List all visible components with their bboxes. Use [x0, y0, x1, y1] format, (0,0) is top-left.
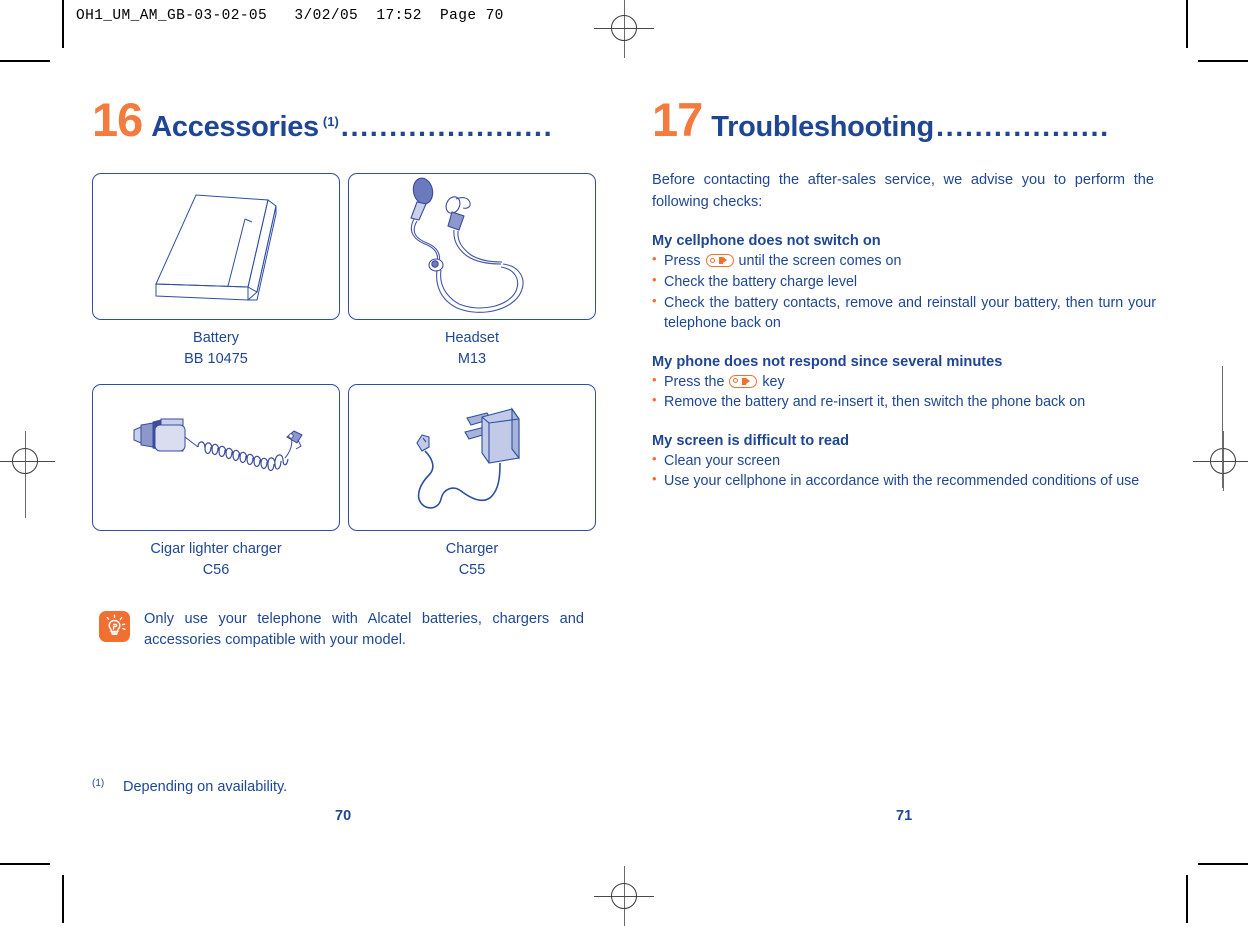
bullet-text: Check the battery contacts, remove and r…	[664, 294, 1156, 332]
bullet-text: Use your cellphone in accordance with th…	[664, 473, 1140, 490]
page-number-right: 71	[896, 808, 913, 824]
chapter-leader-dots: ......................	[340, 113, 554, 142]
power-key-icon	[705, 254, 734, 268]
headset-illustration	[410, 177, 524, 313]
cigar-lighter-charger-illustration	[133, 418, 303, 472]
chapter-title: Troubleshooting	[711, 111, 934, 143]
right-page-column: 17 Troubleshooting .................. Be…	[652, 96, 1156, 492]
power-key-icon	[729, 374, 758, 388]
bullet-item: Remove the battery and re-insert it, the…	[652, 391, 1156, 413]
accessory-name: Cigar lighter charger	[150, 541, 282, 558]
left-page-column: 16 Accessories (1) .....................…	[92, 96, 596, 652]
cigar-lighter-charger-image-box	[92, 384, 340, 532]
charger-image-box	[348, 384, 596, 532]
cigar-lighter-charger-caption: Cigar lighter charger C56	[92, 531, 340, 580]
section-bullet-list: Press the key Remove the battery and re-i…	[652, 371, 1156, 413]
bullet-item: Press until the screen comes on	[652, 250, 1156, 272]
bullet-item: Use your cellphone in accordance with th…	[652, 470, 1156, 492]
battery-image-box	[92, 173, 340, 320]
page-number-left: 70	[335, 808, 352, 824]
accessory-name: Headset	[444, 330, 499, 346]
section-bullet-list: Press until the screen comes on Check the…	[652, 250, 1156, 334]
footnote: (1) Depending on availability.	[92, 778, 288, 795]
accessory-name: Battery	[193, 330, 239, 346]
bullet-text-pre: Press the	[664, 373, 725, 390]
chapter-title: Accessories	[151, 111, 319, 143]
headset-image-box	[348, 173, 596, 320]
accessory-model: BB 10475	[184, 350, 248, 367]
charger-illustration	[416, 407, 520, 509]
lightbulb-icon	[99, 611, 130, 643]
accessories-grid: Battery BB 10475 Headset M13 Cigar light…	[92, 173, 596, 580]
bullet-text: Check the battery charge level	[664, 273, 858, 290]
chapter-number: 17	[652, 93, 703, 146]
charger-caption: Charger C55	[348, 531, 596, 580]
section-heading: My screen is difficult to read	[652, 432, 850, 449]
footnote-text: Depending on availability.	[123, 779, 288, 795]
chapter-heading-troubleshooting: 17 Troubleshooting ..................	[652, 96, 1156, 143]
battery-caption: Battery BB 10475	[92, 320, 340, 369]
intro-paragraph: Before contacting the after-sales servic…	[652, 172, 1154, 211]
accessory-model: M13	[457, 350, 487, 367]
chapter-footnote-marker: (1)	[322, 114, 339, 129]
accessory-item-battery: Battery BB 10475	[92, 173, 340, 369]
accessory-item-cigar-lighter-charger: Cigar lighter charger C56	[92, 384, 340, 580]
bullet-item: Check the battery contacts, remove and r…	[652, 291, 1156, 334]
bullet-item: Press the key	[652, 371, 1156, 393]
chapter-number: 16	[92, 93, 143, 146]
accessory-model: C55	[458, 561, 486, 578]
accessory-item-headset: Headset M13	[348, 173, 596, 369]
bullet-item: Check the battery charge level	[652, 271, 1156, 293]
page-spread: 16 Accessories (1) .....................…	[0, 0, 1248, 923]
note-callout: Only use your telephone with Alcatel bat…	[92, 609, 596, 651]
bullet-text-post: key	[762, 373, 785, 390]
section-heading: My phone does not respond since several …	[652, 353, 1003, 370]
accessory-item-charger: Charger C55	[348, 384, 596, 580]
headset-caption: Headset M13	[348, 320, 596, 369]
battery-illustration	[155, 194, 277, 301]
accessories-row-2: Cigar lighter charger C56 Charger C55	[92, 384, 596, 580]
accessory-model: C56	[202, 561, 230, 578]
bullet-text: Clean your screen	[664, 452, 781, 469]
bullet-text-pre: Press	[664, 253, 701, 270]
bullet-text-post: until the screen comes on	[738, 253, 902, 270]
bullet-item: Clean your screen	[652, 450, 1156, 472]
note-text: Only use your telephone with Alcatel bat…	[144, 611, 584, 649]
chapter-leader-dots: ..................	[935, 113, 1110, 142]
footnote-marker: (1)	[92, 778, 105, 789]
bullet-text: Remove the battery and re-insert it, the…	[664, 394, 1086, 411]
section-heading: My cellphone does not switch on	[652, 233, 881, 250]
chapter-heading-accessories: 16 Accessories (1) .....................…	[92, 96, 596, 143]
accessories-row-1: Battery BB 10475 Headset M13	[92, 173, 596, 369]
accessory-name: Charger	[445, 541, 499, 558]
section-bullet-list: Clean your screen Use your cellphone in …	[652, 450, 1156, 492]
